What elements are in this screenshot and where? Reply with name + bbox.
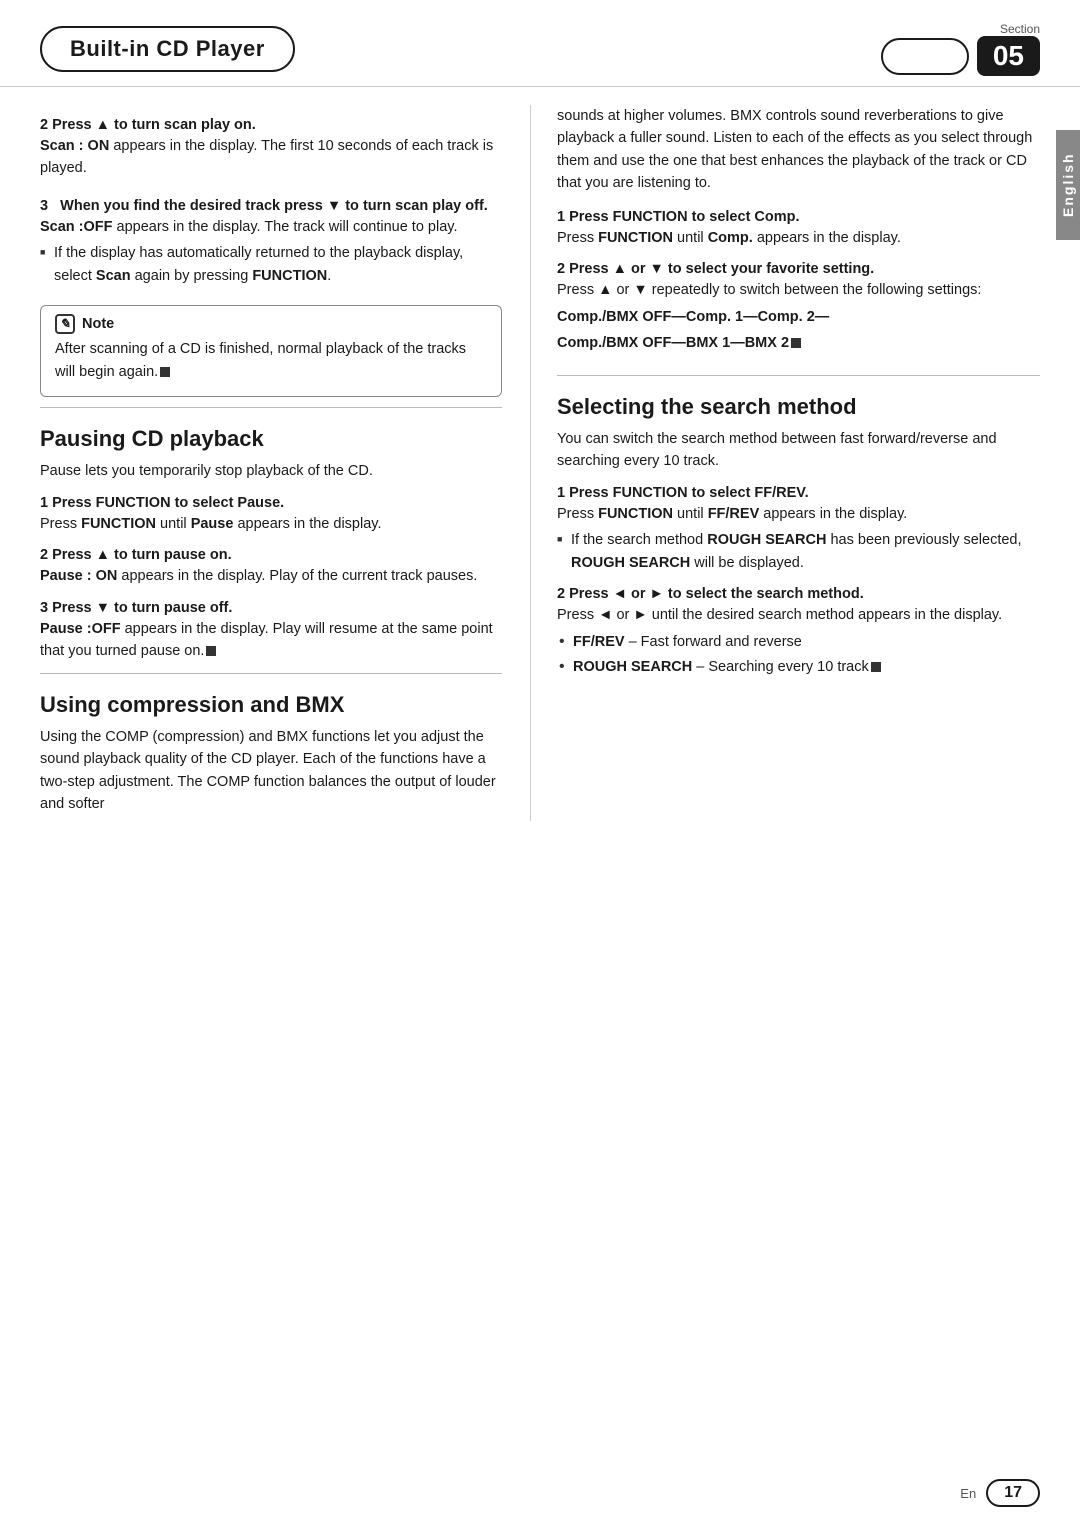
note-icon: ✎ — [55, 314, 75, 334]
note-box: ✎ Note After scanning of a CD is finishe… — [40, 305, 502, 397]
divider-search — [557, 375, 1040, 376]
search-bullet-rough: ROUGH SEARCH – Searching every 10 track — [557, 656, 1040, 678]
pausing-step3-body: Pause :OFF appears in the display. Play … — [40, 618, 502, 663]
end-mark — [160, 367, 170, 377]
comp-step1-body: Press FUNCTION until Comp. appears in th… — [557, 227, 1040, 249]
search-section-title: Selecting the search method — [557, 394, 1040, 420]
divider-compression — [40, 673, 502, 674]
search-intro: You can switch the search method between… — [557, 428, 1040, 473]
note-header: ✎ Note — [55, 314, 487, 334]
page: Built-in CD Player Section 05 English 2 … — [0, 0, 1080, 1529]
comp-step1-title: 1 Press FUNCTION to select Comp. — [557, 209, 1040, 225]
section-label: Section — [1000, 22, 1040, 36]
compression-cont: sounds at higher volumes. BMX controls s… — [557, 105, 1040, 195]
search-step1-title: 1 Press FUNCTION to select FF/REV. — [557, 485, 1040, 501]
page-header: Built-in CD Player Section 05 — [0, 0, 1080, 87]
scan-step2-title: 2 Press ▲ to turn scan play on. — [40, 117, 502, 133]
pausing-step1-body: Press FUNCTION until Pause appears in th… — [40, 513, 502, 535]
search-step2-title: 2 Press ◄ or ► to select the search meth… — [557, 586, 1040, 602]
comp-settings-line2: Comp./BMX OFF—BMX 1—BMX 2 — [557, 332, 1040, 354]
end-mark2 — [206, 646, 216, 656]
search-step2-body: Press ◄ or ► until the desired search me… — [557, 604, 1040, 626]
english-sidebar-label: English — [1056, 130, 1080, 240]
page-footer: En 17 — [0, 1479, 1080, 1507]
pausing-step2-title: 2 Press ▲ to turn pause on. — [40, 547, 502, 563]
end-mark3 — [791, 338, 801, 348]
pausing-intro: Pause lets you temporarily stop playback… — [40, 460, 502, 482]
scan-step3-body: Scan :OFF appears in the display. The tr… — [40, 216, 502, 238]
scan-step3-bullet: If the display has automatically returne… — [40, 242, 502, 287]
section-badge: Section 05 — [881, 22, 1040, 76]
page-number: 17 — [986, 1479, 1040, 1507]
right-column: sounds at higher volumes. BMX controls s… — [531, 105, 1040, 821]
comp-step2-title: 2 Press ▲ or ▼ to select your favorite s… — [557, 261, 1040, 277]
pausing-step3-title: 3 Press ▼ to turn pause off. — [40, 600, 502, 616]
footer-en-label: En — [960, 1486, 976, 1501]
note-body: After scanning of a CD is finished, norm… — [55, 338, 487, 383]
divider-pausing — [40, 407, 502, 408]
scan-step2-body: Scan : ON appears in the display. The fi… — [40, 135, 502, 180]
note-label: Note — [82, 316, 114, 332]
scan-step2-block: 2 Press ▲ to turn scan play on. Scan : O… — [40, 117, 502, 180]
section-number: 05 — [977, 36, 1040, 76]
pausing-section-title: Pausing CD playback — [40, 426, 502, 452]
pausing-step1-title: 1 Press FUNCTION to select Pause. — [40, 495, 502, 511]
search-bullet-ff: FF/REV – Fast forward and reverse — [557, 631, 1040, 653]
main-content: 2 Press ▲ to turn scan play on. Scan : O… — [0, 87, 1080, 821]
comp-settings-line1: Comp./BMX OFF—Comp. 1—Comp. 2— — [557, 306, 1040, 328]
comp-step2-body: Press ▲ or ▼ repeatedly to switch betwee… — [557, 279, 1040, 301]
compression-section-title: Using compression and BMX — [40, 692, 502, 718]
compression-intro: Using the COMP (compression) and BMX fun… — [40, 726, 502, 816]
pausing-step2-body: Pause : ON appears in the display. Play … — [40, 565, 502, 587]
left-column: 2 Press ▲ to turn scan play on. Scan : O… — [40, 105, 530, 821]
search-step1-body: Press FUNCTION until FF/REV appears in t… — [557, 503, 1040, 525]
page-title: Built-in CD Player — [40, 26, 295, 72]
end-mark4 — [871, 662, 881, 672]
scan-step3-block: 3 When you find the desired track press … — [40, 198, 502, 287]
section-oval — [881, 38, 969, 75]
search-step1-bullet: If the search method ROUGH SEARCH has be… — [557, 529, 1040, 574]
scan-step3-title: 3 When you find the desired track press … — [40, 198, 502, 214]
